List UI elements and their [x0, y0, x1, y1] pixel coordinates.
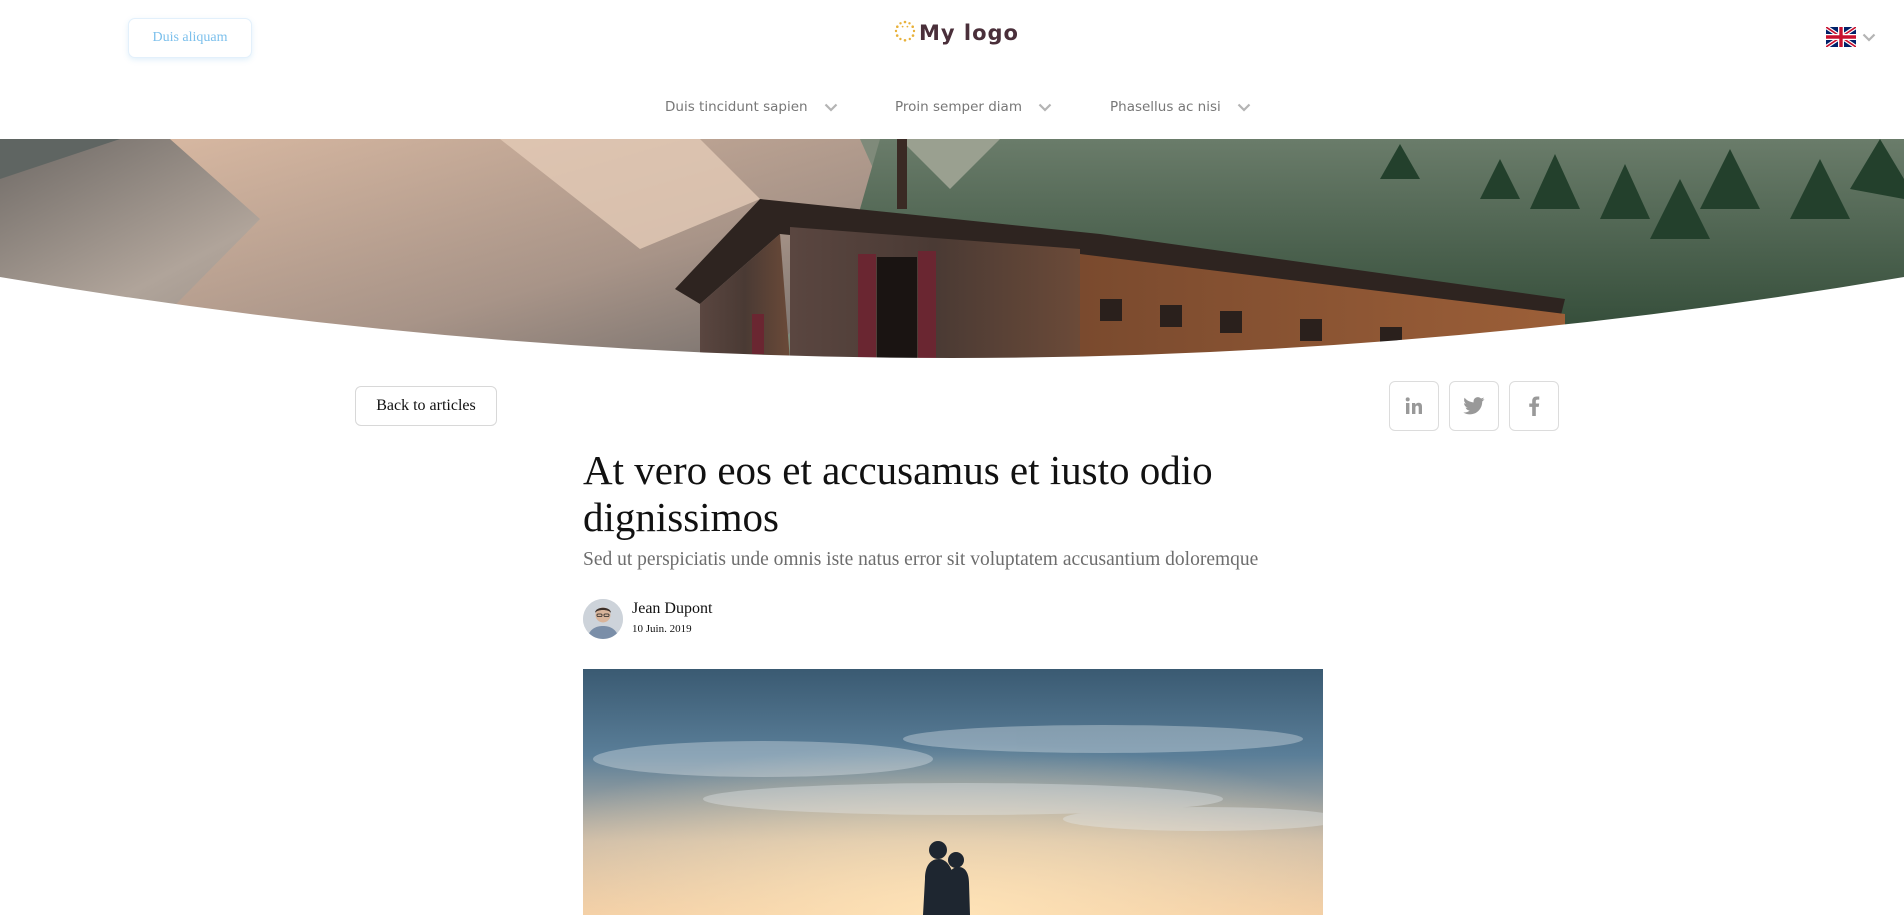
- share-linkedin-button[interactable]: [1389, 381, 1439, 431]
- uk-flag-icon: [1826, 27, 1856, 47]
- nav-item-phasellus-ac-nisi[interactable]: Phasellus ac nisi: [1110, 94, 1251, 120]
- article-image: [583, 669, 1323, 915]
- logo[interactable]: My logo: [893, 18, 1019, 48]
- site-header: Duis aliquam My logo Duis tincidunt sapi…: [0, 0, 1904, 139]
- facebook-icon: [1529, 396, 1540, 416]
- share-twitter-button[interactable]: [1449, 381, 1499, 431]
- hero-banner-image: [0, 139, 1904, 361]
- share-facebook-button[interactable]: [1509, 381, 1559, 431]
- cta-button[interactable]: Duis aliquam: [128, 18, 252, 58]
- article-date: 10 Juin. 2019: [632, 623, 692, 635]
- nav-item-label: Phasellus ac nisi: [1110, 99, 1221, 115]
- chevron-down-icon: [824, 103, 837, 112]
- language-selector[interactable]: [1826, 27, 1876, 47]
- author-name: Jean Dupont: [632, 600, 713, 617]
- nav-item-label: Duis tincidunt sapien: [665, 99, 808, 115]
- nav-item-duis-tincidunt-sapien[interactable]: Duis tincidunt sapien: [665, 94, 838, 120]
- author-avatar: [583, 599, 623, 639]
- main-nav: Duis tincidunt sapien Proin semper diam …: [0, 94, 1904, 120]
- linkedin-icon: [1405, 397, 1422, 414]
- chevron-down-icon: [1862, 33, 1876, 42]
- twitter-icon: [1463, 397, 1485, 415]
- nav-item-proin-semper-diam[interactable]: Proin semper diam: [895, 94, 1052, 120]
- logo-sun-icon: [894, 20, 916, 42]
- article-subtitle: Sed ut perspiciatis unde omnis iste natu…: [583, 549, 1259, 570]
- article-title: At vero eos et accusamus et iusto odio d…: [583, 447, 1213, 540]
- chevron-down-icon: [1038, 103, 1052, 112]
- chevron-down-icon: [1237, 103, 1251, 112]
- nav-item-label: Proin semper diam: [895, 99, 1022, 115]
- logo-text: My logo: [919, 21, 1019, 45]
- back-to-articles-button[interactable]: Back to articles: [355, 386, 497, 426]
